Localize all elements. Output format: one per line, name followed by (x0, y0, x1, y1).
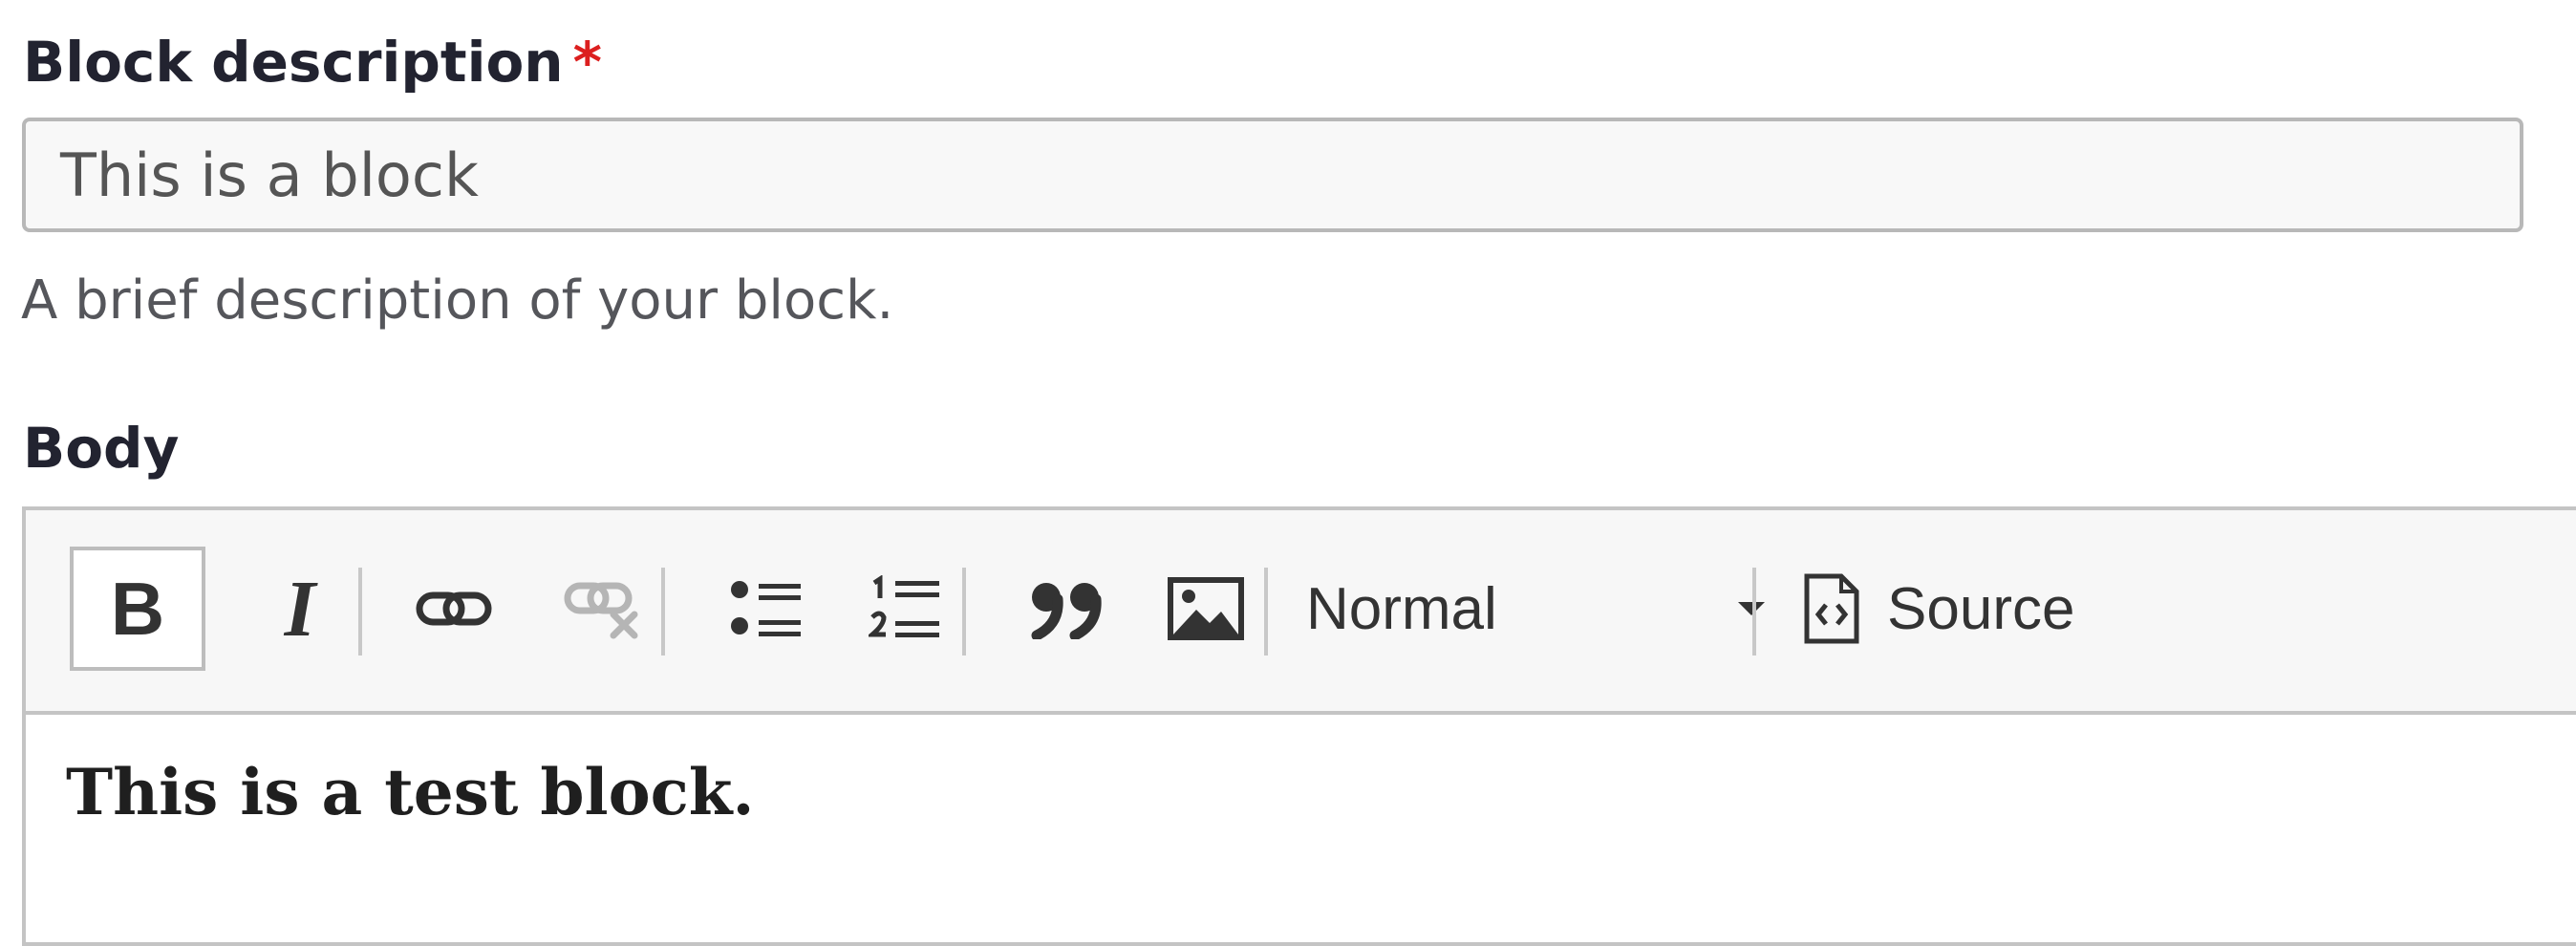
numbered-list-button[interactable] (833, 547, 977, 671)
link-icon (416, 591, 492, 626)
body-editor: B I Normal Source This is a test block. (22, 506, 2576, 946)
unlink-icon (564, 582, 638, 639)
block-description-help: A brief description of your block. (21, 269, 894, 332)
unlink-button[interactable] (532, 547, 676, 671)
block-description-label-text: Block description (23, 30, 564, 95)
block-description-value: This is a block (60, 140, 479, 210)
source-label: Source (1887, 575, 2075, 642)
toolbar-separator (358, 568, 362, 656)
toolbar-separator (1264, 568, 1268, 656)
block-description-input[interactable]: This is a block (22, 118, 2523, 232)
body-label: Body (23, 416, 180, 481)
required-marker: * (572, 30, 602, 95)
toolbar-separator (962, 568, 966, 656)
image-icon (1168, 577, 1244, 640)
numbered-list-icon (869, 575, 939, 637)
editor-content[interactable]: This is a test block. (66, 755, 755, 829)
chevron-down-icon (1738, 602, 1765, 615)
blockquote-icon (1031, 583, 1102, 639)
bulleted-list-button[interactable] (695, 547, 838, 671)
paragraph-format-dropdown[interactable]: Normal (1306, 547, 1765, 671)
editor-toolbar: B I Normal Source (26, 510, 2576, 715)
toolbar-separator (661, 568, 665, 656)
source-document-icon (1804, 573, 1859, 644)
link-button[interactable] (387, 547, 521, 671)
bulleted-list-icon (731, 581, 801, 636)
toolbar-separator (1752, 568, 1756, 656)
block-description-label: Block description * (23, 34, 602, 90)
italic-button[interactable]: I (238, 547, 362, 671)
image-button[interactable] (1134, 547, 1277, 671)
source-button[interactable]: Source (1803, 547, 2128, 671)
bold-button[interactable]: B (70, 547, 205, 671)
paragraph-format-value: Normal (1306, 575, 1497, 642)
blockquote-button[interactable] (996, 547, 1139, 671)
